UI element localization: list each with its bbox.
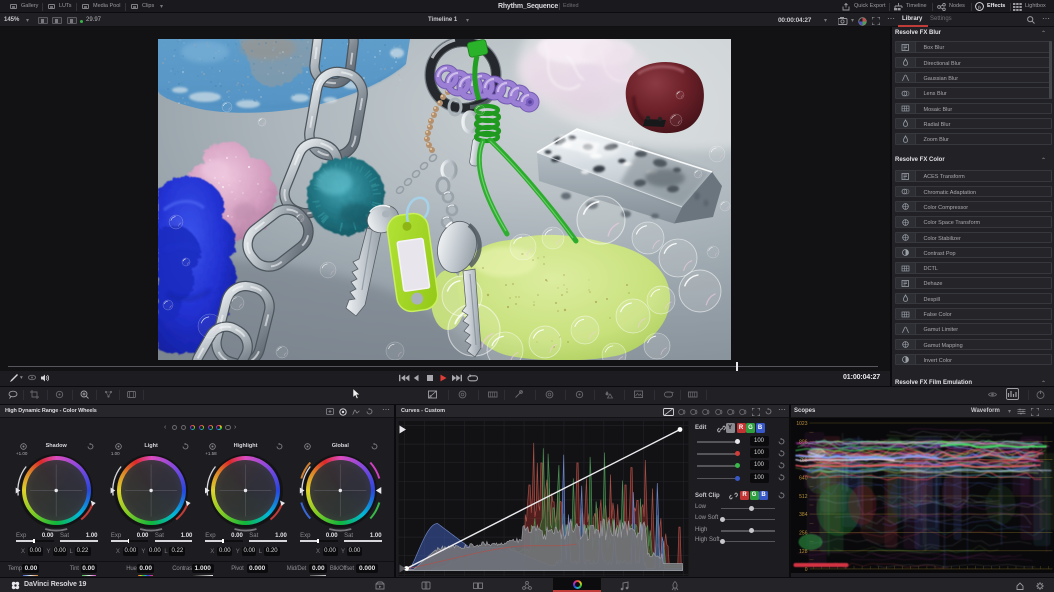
svg-text:0: 0 bbox=[804, 567, 807, 573]
svg-text:512: 512 bbox=[799, 494, 808, 500]
svg-text:fx: fx bbox=[978, 4, 981, 9]
svg-text:384: 384 bbox=[799, 512, 808, 518]
svg-text:1023: 1023 bbox=[796, 421, 807, 427]
